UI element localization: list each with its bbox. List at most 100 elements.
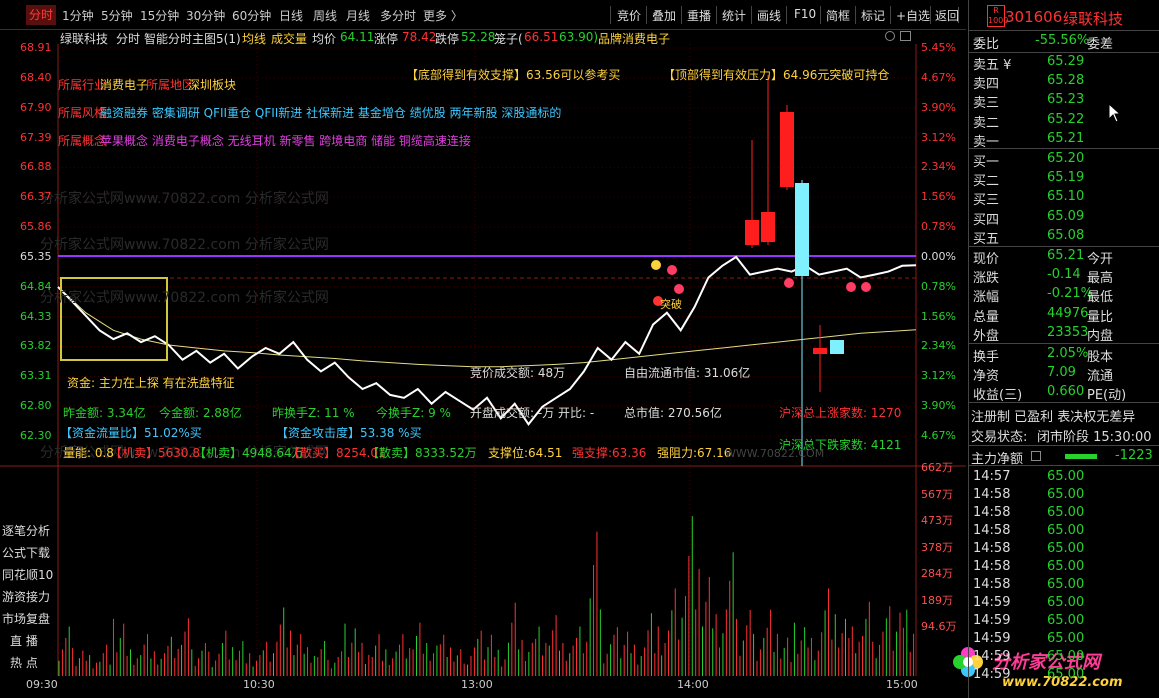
tab-1min[interactable]: 1分钟 <box>62 7 94 24</box>
trade-status-value: 闭市阶段 15:30:00 <box>1037 430 1152 445</box>
tab-monthly[interactable]: 月线 <box>346 7 370 24</box>
menu-live[interactable]: 直 播 <box>10 632 38 649</box>
toolbar-divider <box>786 6 787 24</box>
tab-multi-timeshare[interactable]: 多分时 <box>380 7 416 24</box>
tick-row-label: 14:58 <box>973 523 1011 538</box>
net-flow-bar <box>1065 454 1097 459</box>
toolbar-divider <box>930 6 931 24</box>
add-watchlist-button[interactable]: +自选 <box>896 7 930 24</box>
bid-row[interactable]: 买四 65.09 <box>969 209 1159 228</box>
tick-row-value: 65.00 <box>1047 649 1085 664</box>
divider <box>969 148 1159 149</box>
tab-timeshare[interactable]: 分时 <box>26 5 57 25</box>
stat-row[interactable]: 涨幅 -0.21% 最低 <box>969 286 1159 306</box>
quote-panel: R 1000 301606 绿联科技 委比 -55.56% 委差 卖五 ¥ 65.2… <box>968 0 1159 698</box>
float-market-value: 自由流通市值: 31.06亿 <box>624 366 751 380</box>
bid-row[interactable]: 买二 65.19 <box>969 170 1159 189</box>
tick-row[interactable]: 14:59 65.00 <box>969 631 1159 649</box>
tick-row[interactable]: 14:58 65.00 <box>969 559 1159 577</box>
stats-button[interactable]: 统计 <box>722 7 746 24</box>
divider <box>969 445 1159 446</box>
stock-tags: 注册制 已盈利 表决权无差异 <box>971 410 1136 425</box>
mark-button[interactable]: 标记 <box>861 7 885 24</box>
tab-daily[interactable]: 日线 <box>279 7 303 24</box>
time-tick-label: 13:00 <box>461 678 493 691</box>
tab-15min[interactable]: 15分钟 <box>140 7 179 24</box>
ask-row-label: 卖五 ¥ <box>973 58 1012 73</box>
restore-icon[interactable] <box>900 31 911 41</box>
auction-button[interactable]: 竞价 <box>617 7 641 24</box>
stat2-row-value: 7.09 <box>1047 365 1076 381</box>
tick-row-label: 14:59 <box>973 595 1011 610</box>
ask-row[interactable]: 卖一 65.21 <box>969 131 1159 150</box>
ask-row[interactable]: 卖四 65.28 <box>969 73 1159 92</box>
simple-frame-button[interactable]: 简框 <box>826 7 850 24</box>
yesterday-turnover: 昨换手Z: 11 % <box>272 406 355 420</box>
tab-more[interactable]: 更多 〉 <box>423 7 463 24</box>
period-toolbar: 分时 1分钟 5分钟 15分钟 30分钟 60分钟 日线 周线 月线 多分时 更… <box>0 0 966 30</box>
bid-row[interactable]: 买三 65.10 <box>969 189 1159 208</box>
tick-row[interactable]: 14:59 65.00 <box>969 649 1159 667</box>
tick-row-value: 65.00 <box>1047 577 1085 592</box>
ask-row[interactable]: 卖三 65.23 <box>969 92 1159 111</box>
order-diff-label: 委差 <box>1087 37 1114 52</box>
tick-row[interactable]: 14:58 65.00 <box>969 487 1159 505</box>
ask-row[interactable]: 卖五 ¥ 65.29 <box>969 54 1159 73</box>
percent-tick-label: 3.90% <box>921 100 956 114</box>
bid-row[interactable]: 买一 65.20 <box>969 151 1159 170</box>
draw-line-button[interactable]: 画线 <box>757 7 781 24</box>
price-tick-label: 68.40 <box>20 70 52 84</box>
divider <box>969 246 1159 247</box>
ask-row-value: 65.23 <box>1047 92 1085 108</box>
retail-sell: 【散卖】8333.52万 <box>367 446 477 460</box>
menu-hot[interactable]: 热 点 <box>10 654 38 671</box>
tick-row[interactable]: 14:58 65.00 <box>969 523 1159 541</box>
price-tick-label: 65.86 <box>20 220 52 234</box>
net-flow-value: -1223 <box>1115 448 1153 463</box>
price-tick-label: 63.31 <box>20 369 52 383</box>
tick-row[interactable]: 14:57 65.00 <box>969 469 1159 487</box>
overlay-button[interactable]: 叠加 <box>652 7 676 24</box>
toolbar-divider <box>610 6 611 24</box>
style-label: 所属风格 <box>58 106 107 120</box>
tick-row-label: 14:58 <box>973 505 1011 520</box>
tab-60min[interactable]: 60分钟 <box>232 7 271 24</box>
tab-weekly[interactable]: 周线 <box>313 7 337 24</box>
bid-row[interactable]: 买五 65.08 <box>969 228 1159 247</box>
stat2-row-value: 2.05% <box>1047 346 1089 361</box>
stat2-row[interactable]: 收益(三) 0.660 PE(动) <box>969 384 1159 403</box>
stat-row[interactable]: 总量 44976 量比 <box>969 306 1159 325</box>
stat-row[interactable]: 涨跌 -0.14 最高 <box>969 267 1159 286</box>
replay-button[interactable]: 重播 <box>687 7 711 24</box>
f10-button[interactable]: F10 <box>794 7 816 21</box>
tick-row-label: 14:59 <box>973 667 1011 682</box>
menu-formula-download[interactable]: 公式下载 <box>2 544 50 561</box>
bid-row-label: 买五 <box>973 231 1000 247</box>
volume-tick-label: 284万 <box>921 567 953 580</box>
tick-row[interactable]: 14:58 65.00 <box>969 541 1159 559</box>
stat-row[interactable]: 现价 65.21 今开 <box>969 248 1159 267</box>
price-tick-label: 62.80 <box>20 399 52 413</box>
stat2-row[interactable]: 净资 7.09 流通 <box>969 365 1159 384</box>
tick-row[interactable]: 14:59 65.00 <box>969 613 1159 631</box>
net-flow-detail-icon[interactable] <box>1031 451 1041 461</box>
stat2-row[interactable]: 换手 2.05% 股本 <box>969 346 1159 365</box>
stat-row-label: 总量 <box>973 309 1000 325</box>
menu-market-review[interactable]: 市场复盘 <box>2 610 50 627</box>
tick-row[interactable]: 14:58 65.00 <box>969 505 1159 523</box>
tick-row[interactable]: 14:59 65.00 <box>969 595 1159 613</box>
tick-row[interactable]: 14:58 65.00 <box>969 577 1159 595</box>
menu-ths10[interactable]: 同花顺10 <box>2 566 53 583</box>
tab-30min[interactable]: 30分钟 <box>186 7 225 24</box>
settings-icon[interactable] <box>885 31 895 41</box>
menu-hot-money[interactable]: 游资接力 <box>2 588 50 605</box>
tick-row[interactable]: 14:59 65.00 <box>969 667 1159 685</box>
ask-row[interactable]: 卖二 65.22 <box>969 112 1159 131</box>
tick-row-label: 14:57 <box>973 469 1011 484</box>
trade-status-label: 交易状态: <box>971 430 1028 445</box>
menu-tick-analysis[interactable]: 逐笔分析 <box>2 522 50 539</box>
back-button[interactable]: 返回 <box>935 7 959 24</box>
tab-5min[interactable]: 5分钟 <box>101 7 133 24</box>
stat-row-label: 涨幅 <box>973 290 1000 306</box>
stat-row[interactable]: 外盘 23353 内盘 <box>969 325 1159 344</box>
